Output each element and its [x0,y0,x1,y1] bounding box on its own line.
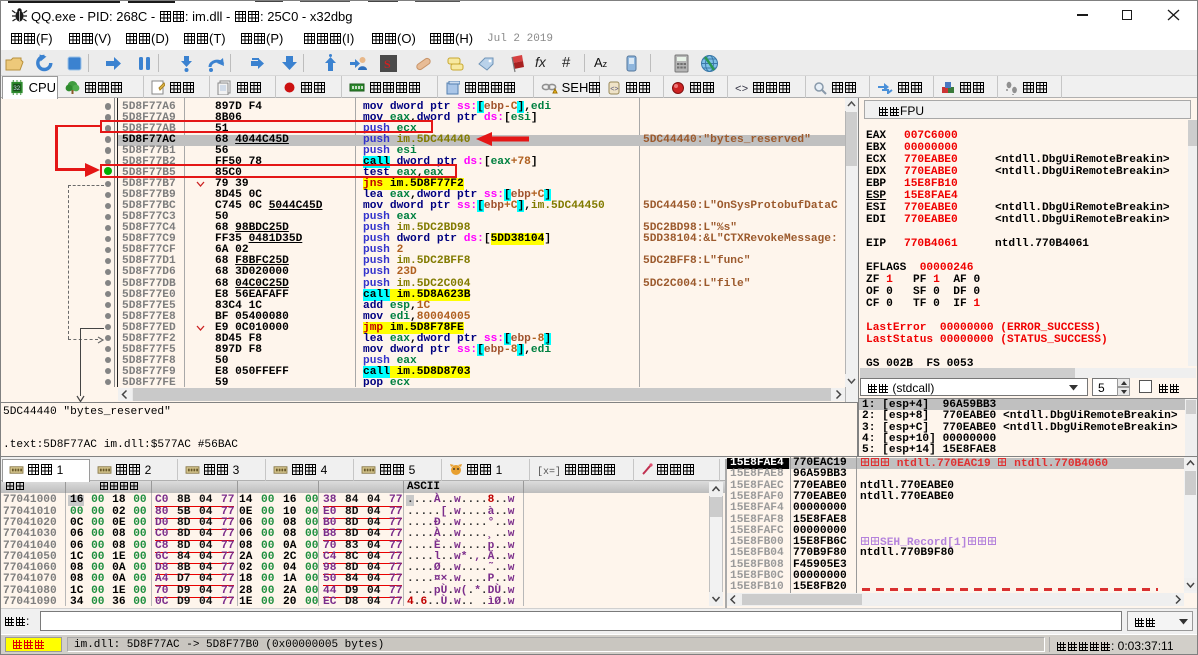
svg-text:32: 32 [13,85,20,92]
svg-text:<>: <> [610,86,618,94]
svg-text:S: S [384,57,391,71]
